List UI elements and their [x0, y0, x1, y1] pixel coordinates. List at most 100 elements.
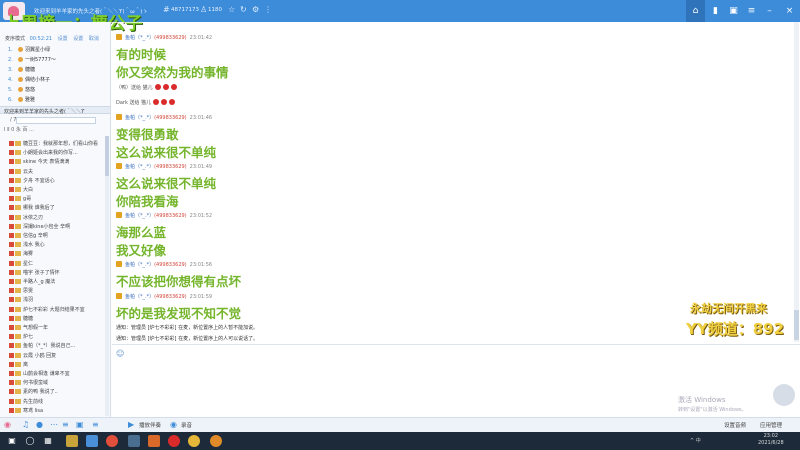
user-list-item[interactable]: 鱼帕（*_*）我说自己... [9, 342, 75, 350]
more-icon[interactable]: ⋮ [264, 5, 272, 14]
user-icon [18, 77, 23, 82]
user-list-item[interactable]: 山鹊会相逢 谦卑不宜 [9, 370, 70, 378]
chat-scrollbar[interactable] [794, 22, 799, 342]
app-manage-button[interactable]: 应用管理 [760, 421, 782, 429]
queue-item[interactable]: 5. 悠悠 [8, 86, 35, 93]
rose-gift-icon [162, 84, 169, 90]
sender-name[interactable]: 鱼帕（*_.*） [125, 213, 154, 219]
user-list-item[interactable]: 云夫 [9, 168, 33, 176]
chat-message-text: 这么说来很不单纯 [116, 176, 217, 191]
user-list-item[interactable]: 冰依之刃 [9, 214, 43, 222]
windows-start-icon[interactable]: ▣ [6, 435, 18, 447]
user-list-item[interactable]: g哥 [9, 195, 31, 203]
queue-item[interactable]: 6. 雅雅 [8, 96, 35, 103]
user-list-item[interactable]: 大白 [9, 186, 33, 194]
user-list-item[interactable]: 信信g 辛啊 [9, 232, 48, 240]
user-toolbar[interactable]: Ⅰ Ⅱ 0 永 百 ... [4, 126, 34, 133]
user-list-item[interactable]: skine 今天 表情滴滴 [9, 158, 69, 166]
user-list-item[interactable]: 浅水 我心 [9, 241, 45, 249]
user-name: 思雯 [23, 288, 34, 295]
user-list-item[interactable]: 炉七 [9, 333, 33, 341]
user-list-item[interactable]: 气想假一年 [9, 324, 48, 332]
lock-icon[interactable]: ▣ [724, 0, 743, 22]
role-badge-icon [9, 325, 14, 330]
message-meta: 鱼帕（*_.*）(499833629) 23:01:56 [116, 261, 212, 268]
system-tray[interactable]: ^ 中 [690, 437, 701, 444]
camera-icon[interactable]: ▣ [76, 420, 84, 429]
task-view-icon[interactable]: ▦ [42, 435, 54, 447]
avatar[interactable] [773, 384, 795, 406]
user-list-item[interactable]: 云霞 小鸥 回复 [9, 352, 56, 360]
expand-icon[interactable]: ≡ [92, 420, 99, 429]
clock[interactable]: 23:02 2021/6/28 [758, 433, 784, 447]
sender-name[interactable]: 鱼帕（*_.*） [125, 262, 154, 268]
sender-name[interactable]: 鱼帕（*_.*） [125, 294, 154, 300]
audio-settings-button[interactable]: 设置音频 [724, 421, 746, 429]
settings-icon[interactable]: ⚙ [252, 5, 259, 14]
user-list-item[interactable]: 深撮kine小包全 辛啊 [9, 223, 70, 231]
user-list-item[interactable]: 海雾 [9, 250, 33, 258]
mode-link-2[interactable]: 设置 [73, 36, 83, 42]
message-meta: 鱼帕（*_.*）(499833629) 23:01:52 [116, 212, 212, 219]
record-icon[interactable]: ◉ [170, 420, 177, 429]
app-icon[interactable] [168, 435, 180, 447]
avatar-icon[interactable]: ◉ [4, 420, 11, 429]
role-badge-icon [9, 168, 14, 174]
chrome-icon[interactable] [106, 435, 118, 447]
sender-name[interactable]: 鱼帕（*_.*） [125, 35, 154, 41]
user-list-item[interactable]: 糖糖 [9, 315, 33, 323]
list-icon[interactable]: ≡ [62, 420, 69, 429]
user-list-item[interactable]: 哪我 谁我后了 [9, 204, 55, 212]
user-list-item[interactable]: 炉七不彩彩 大题归结果不宜 [9, 306, 85, 314]
user-list-item[interactable]: 半路人_g 魔法 [9, 278, 55, 286]
mode-link-3[interactable]: 取消 [89, 36, 99, 42]
mode-link-1[interactable]: 设置 [58, 36, 68, 42]
user-list-item[interactable]: 星仁 [9, 260, 33, 268]
sender-name[interactable]: 鱼帕（*_.*） [125, 115, 154, 121]
app-icon[interactable] [188, 435, 200, 447]
accompaniment-button[interactable]: 播放伴奏 [139, 421, 161, 429]
channel-search-input[interactable] [16, 117, 96, 124]
channel-header[interactable]: 欢迎来到羊羊家的先头之者(＾＼＼ϒ [0, 106, 110, 115]
volume-icon[interactable]: ♫ [22, 420, 29, 429]
file-explorer-icon[interactable] [66, 435, 78, 447]
yy-icon[interactable] [210, 435, 222, 447]
queue-item[interactable]: 2. 一树57777～ [8, 56, 56, 63]
minimize-icon[interactable]: – [760, 0, 779, 22]
user-list-scrollbar[interactable] [105, 136, 109, 416]
user-name: 山鹊会相逢 谦卑不宜 [23, 371, 70, 377]
more-dots-icon[interactable]: ⋯ [50, 420, 58, 429]
menu-icon[interactable]: ≡ [742, 0, 761, 22]
user-list-item[interactable]: 先生前线 [9, 398, 43, 406]
user-list-item[interactable]: 夕舟 不宜话心 [9, 177, 55, 185]
favorite-icon[interactable]: ☆ [228, 5, 235, 14]
user-list-item[interactable]: 小朗姬会出来我的你写... [9, 149, 78, 157]
user-list-item[interactable]: 寒鸢 lisa [9, 407, 43, 415]
queue-item[interactable]: 1. 羽翼星小绿 [8, 46, 50, 53]
user-list-item[interactable]: 素的鸭 我说了.. [9, 388, 58, 396]
user-name: 寒鸢 lisa [23, 407, 44, 414]
sender-name[interactable]: 鱼帕（*_.*） [125, 164, 154, 170]
app-icon[interactable] [148, 435, 160, 447]
emoji-icon[interactable]: ☺ [116, 349, 124, 358]
user-list-item[interactable]: 何书很蛮域 [9, 379, 48, 387]
edge-icon[interactable] [86, 435, 98, 447]
search-icon[interactable]: ◯ [24, 435, 36, 447]
home-icon[interactable]: ⌂ [686, 0, 705, 22]
user-list-item[interactable]: 离 [9, 361, 28, 369]
user-list-item[interactable]: 糖豆豆：我就那年想，们看山你看 [9, 140, 98, 148]
user-list-item[interactable]: 思雯 [9, 287, 33, 295]
chat-message-text: 不应该把你想得有点坏 [116, 274, 242, 289]
share-icon[interactable]: ↻ [240, 5, 247, 14]
app-icon[interactable] [128, 435, 140, 447]
user-list-item[interactable]: 喵宇 张子了情怀 [9, 269, 60, 277]
queue-item[interactable]: 3. 糖糖 [8, 66, 35, 73]
user-name: 冰依之刃 [23, 214, 44, 221]
accompaniment-icon[interactable]: ▶ [128, 420, 134, 429]
mic-icon[interactable]: ● [36, 420, 43, 429]
game-icon[interactable]: ▮ [706, 0, 725, 22]
record-button[interactable]: 录音 [181, 421, 192, 429]
queue-item[interactable]: 4. 偶结小林子 [8, 76, 50, 83]
close-icon[interactable]: × [780, 0, 799, 22]
user-list-item[interactable]: 浅羽 [9, 296, 33, 304]
